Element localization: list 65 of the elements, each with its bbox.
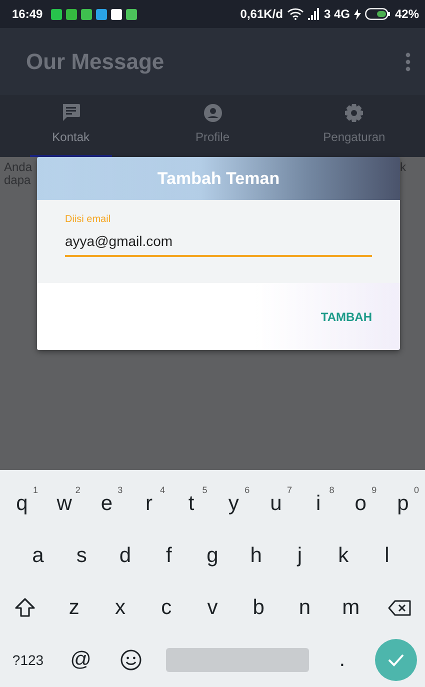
- network-speed: 0,61K/d: [240, 6, 283, 23]
- key[interactable]: w 2: [50, 482, 78, 526]
- notification-icon: [80, 8, 92, 20]
- key[interactable]: a: [24, 534, 52, 578]
- field-label: Diisi email: [65, 213, 112, 227]
- tab[interactable]: Kontak: [0, 95, 142, 157]
- wifi-icon: [286, 8, 304, 20]
- notification-icon: [110, 8, 122, 20]
- settings-icon: [344, 103, 364, 123]
- charging-icon: [354, 8, 361, 20]
- key[interactable]: e 3: [92, 482, 121, 526]
- key[interactable]: m: [336, 586, 365, 630]
- key[interactable]: n: [290, 586, 319, 630]
- key[interactable]: l: [373, 534, 401, 578]
- key-hint: 7: [286, 484, 292, 497]
- checkmark-icon: [386, 653, 405, 667]
- key[interactable]: x: [106, 586, 134, 630]
- key[interactable]: s: [68, 534, 96, 578]
- key-hint: 6: [244, 484, 250, 497]
- person-icon: [202, 103, 222, 123]
- key-hint: 8: [329, 484, 334, 497]
- key[interactable]: u 7: [262, 482, 290, 526]
- status-time: 16:49: [12, 6, 43, 23]
- key[interactable]: ?123: [8, 638, 48, 682]
- network-type: 3 4G: [324, 6, 350, 23]
- key[interactable]: o 9: [346, 482, 375, 526]
- key-hint: 5: [202, 484, 208, 497]
- dialog-title: Tambah Teman: [37, 157, 400, 200]
- emoji-icon: [120, 649, 142, 671]
- key[interactable]: y 6: [220, 482, 248, 526]
- key-hint: 4: [160, 484, 165, 497]
- key[interactable]: @: [66, 638, 95, 682]
- battery-icon: [364, 8, 391, 20]
- key[interactable]: i 8: [304, 482, 332, 526]
- key[interactable]: k: [329, 534, 358, 578]
- signal-icon: [308, 8, 320, 20]
- chat-icon: [60, 103, 81, 123]
- key[interactable]: z: [60, 586, 88, 630]
- key-hint: 2: [75, 484, 80, 497]
- battery-percent: 42%: [394, 6, 419, 23]
- key[interactable]: v: [198, 586, 226, 630]
- key-hint: 0: [414, 484, 419, 497]
- key-hint: 9: [372, 484, 377, 497]
- key[interactable]: h: [242, 534, 270, 578]
- app-title: Our Message: [26, 48, 164, 76]
- key-hint: 3: [118, 484, 123, 497]
- key[interactable]: j: [286, 534, 314, 578]
- notification-icon: [50, 8, 62, 20]
- key[interactable]: q 1: [8, 482, 36, 526]
- key[interactable]: t 5: [177, 482, 206, 526]
- key[interactable]: r 4: [134, 482, 163, 526]
- key[interactable]: p 0: [388, 482, 417, 526]
- overflow-menu-icon[interactable]: [405, 52, 411, 72]
- key[interactable]: .: [328, 638, 356, 682]
- key[interactable]: g: [198, 534, 226, 578]
- notification-icon: [126, 8, 137, 20]
- key[interactable]: d: [111, 534, 140, 578]
- key[interactable]: c: [152, 586, 180, 630]
- backspace-icon: [388, 600, 412, 616]
- notification-icon: [96, 8, 107, 20]
- shift-icon: [14, 597, 36, 619]
- notification-icon: [66, 8, 77, 20]
- key-hint: 1: [32, 484, 38, 497]
- key[interactable]: f: [154, 534, 183, 578]
- key[interactable]: b: [244, 586, 273, 630]
